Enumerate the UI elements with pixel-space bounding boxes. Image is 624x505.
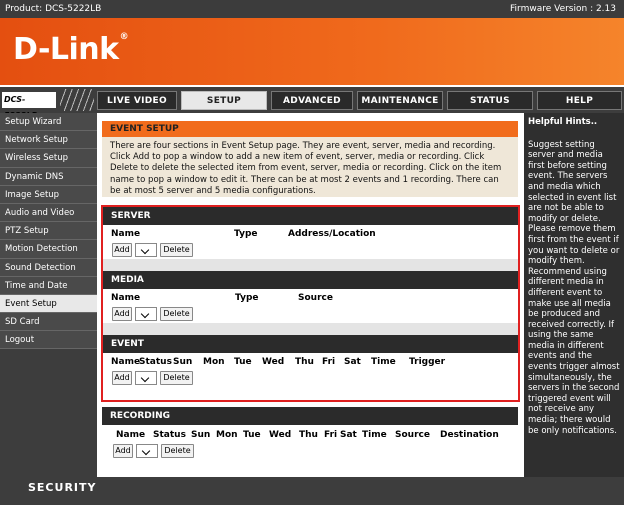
top-info-bar: Product: DCS-5222LB Firmware Version : 2… [0, 0, 624, 18]
dlink-logo: D-Link® [13, 32, 129, 67]
recording-col-destination: Destination [440, 430, 499, 440]
sidebar: Setup Wizard Network Setup Wireless Setu… [0, 113, 97, 477]
tab-help[interactable]: HELP [537, 91, 622, 110]
event-col-status: Status [139, 357, 172, 367]
recording-section: RECORDING Name Status Sun Mon Tue Wed Th… [102, 407, 518, 460]
recording-col-status: Status [153, 430, 186, 440]
hints-body: Suggest setting server and media first b… [528, 139, 620, 436]
product-label: Product: DCS-5222LB [5, 4, 102, 14]
sidebar-item-logout[interactable]: Logout [0, 331, 97, 350]
model-badge: DCS-5222LB [2, 92, 56, 120]
tab-status[interactable]: STATUS [447, 91, 533, 110]
firmware-label: Firmware Version : 2.13 [510, 4, 616, 14]
recording-col-sat: Sat [340, 430, 357, 440]
tab-advanced[interactable]: ADVANCED [271, 91, 353, 110]
tab-maintenance[interactable]: MAINTENANCE [357, 91, 443, 110]
highlighted-sections: SERVER Name Type Address/Location Add De… [101, 205, 520, 402]
helpful-hints-panel: Helpful Hints.. Suggest setting server a… [524, 113, 624, 477]
sidebar-item-ptz-setup[interactable]: PTZ Setup [0, 222, 97, 241]
event-col-trigger: Trigger [409, 357, 446, 367]
section-gap [103, 259, 518, 271]
media-col-type: Type [235, 293, 259, 303]
server-delete-button[interactable]: Delete [160, 243, 193, 257]
event-col-time: Time [371, 357, 396, 367]
sidebar-item-sound-detection[interactable]: Sound Detection [0, 258, 97, 277]
server-section-title: SERVER [103, 207, 518, 225]
event-section-title: EVENT [103, 335, 518, 353]
recording-col-source: Source [395, 430, 430, 440]
media-add-button[interactable]: Add [112, 307, 132, 321]
recording-add-button[interactable]: Add [113, 444, 133, 458]
recording-col-name: Name [116, 430, 146, 440]
event-select[interactable] [135, 371, 157, 385]
event-col-mon: Mon [203, 357, 225, 367]
sidebar-item-event-setup[interactable]: Event Setup [0, 294, 97, 314]
server-select[interactable] [135, 243, 157, 257]
main-navigation: DCS-5222LB LIVE VIDEO SETUP ADVANCED MAI… [0, 85, 624, 120]
media-select[interactable] [135, 307, 157, 321]
recording-delete-button[interactable]: Delete [161, 444, 194, 458]
event-setup-intro: There are four sections in Event Setup p… [102, 137, 518, 197]
sidebar-item-network-setup[interactable]: Network Setup [0, 131, 97, 150]
event-col-sun: Sun [173, 357, 193, 367]
sidebar-item-sd-card[interactable]: SD Card [0, 313, 97, 332]
event-col-wed: Wed [262, 357, 285, 367]
recording-col-fri: Fri [324, 430, 338, 440]
recording-col-tue: Tue [243, 430, 261, 440]
event-col-name: Name [111, 357, 141, 367]
recording-section-title: RECORDING [102, 407, 518, 425]
tab-live-video[interactable]: LIVE VIDEO [97, 91, 177, 110]
event-col-tue: Tue [234, 357, 252, 367]
event-setup-title: EVENT SETUP [102, 121, 518, 137]
server-section: SERVER Name Type Address/Location Add De… [103, 207, 518, 259]
server-col-address: Address/Location [288, 229, 376, 239]
event-section: EVENT Name Status Sun Mon Tue Wed Thu Fr… [103, 335, 518, 387]
event-col-fri: Fri [322, 357, 336, 367]
server-add-button[interactable]: Add [112, 243, 132, 257]
media-col-name: Name [111, 293, 141, 303]
event-col-thu: Thu [295, 357, 314, 367]
sidebar-item-wireless-setup[interactable]: Wireless Setup [0, 149, 97, 168]
media-delete-button[interactable]: Delete [160, 307, 193, 321]
hints-title: Helpful Hints.. [528, 117, 598, 127]
event-add-button[interactable]: Add [112, 371, 132, 385]
brand-banner: D-Link® [0, 18, 624, 85]
main-content: EVENT SETUP There are four sections in E… [97, 113, 524, 477]
sidebar-item-setup-wizard[interactable]: Setup Wizard [0, 113, 97, 132]
tab-setup[interactable]: SETUP [181, 91, 267, 110]
sidebar-item-dynamic-dns[interactable]: Dynamic DNS [0, 167, 97, 186]
recording-col-time: Time [362, 430, 387, 440]
recording-col-thu: Thu [299, 430, 318, 440]
sidebar-item-motion-detection[interactable]: Motion Detection [0, 240, 97, 259]
decorative-stripes [60, 89, 94, 111]
recording-select[interactable] [136, 444, 158, 458]
footer-security: SECURITY [0, 477, 624, 505]
event-col-sat: Sat [344, 357, 361, 367]
recording-col-wed: Wed [269, 430, 292, 440]
media-col-source: Source [298, 293, 333, 303]
sidebar-item-image-setup[interactable]: Image Setup [0, 185, 97, 204]
sidebar-item-time-date[interactable]: Time and Date [0, 276, 97, 295]
media-section-title: MEDIA [103, 271, 518, 289]
event-delete-button[interactable]: Delete [160, 371, 193, 385]
section-gap [103, 323, 518, 335]
server-col-type: Type [234, 229, 258, 239]
recording-col-mon: Mon [216, 430, 238, 440]
recording-col-sun: Sun [191, 430, 211, 440]
media-section: MEDIA Name Type Source Add Delete [103, 271, 518, 323]
server-col-name: Name [111, 229, 141, 239]
sidebar-item-audio-video[interactable]: Audio and Video [0, 203, 97, 223]
